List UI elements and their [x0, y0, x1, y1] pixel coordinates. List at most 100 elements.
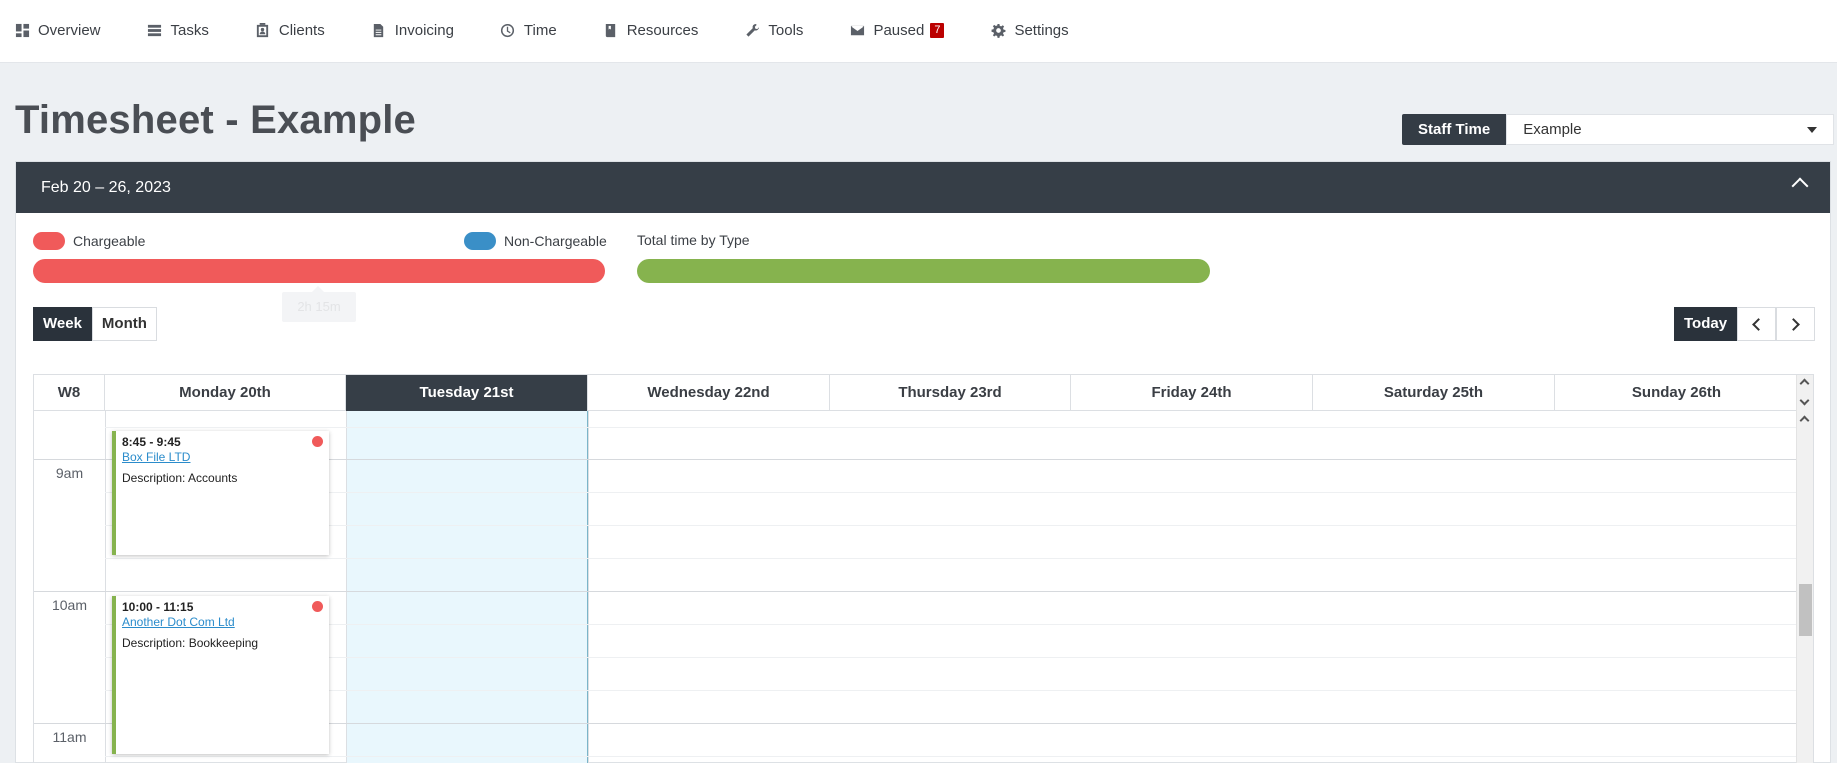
column-divider: [346, 411, 347, 763]
staff-time-selector: Staff Time Example: [1402, 114, 1835, 145]
invoice-icon: [371, 22, 387, 38]
scroll-up-icon[interactable]: [1799, 415, 1810, 426]
entry-time: 10:00 - 11:15: [122, 600, 194, 614]
legend-label: Total time by Type: [637, 232, 750, 248]
nav-label: Tools: [768, 21, 804, 39]
clients-icon: [255, 22, 271, 38]
date-range: Feb 20 – 26, 2023: [41, 179, 171, 196]
calendar-header: W8 Monday 20th Tuesday 21st Wednesday 22…: [34, 375, 1813, 411]
grid-line: [105, 657, 1813, 658]
clock-icon: [500, 22, 516, 38]
grid-line: [105, 624, 1813, 625]
entry-client-link[interactable]: Another Dot Com Ltd: [122, 615, 329, 629]
chargeable-swatch: [33, 232, 65, 250]
day-header-saturday[interactable]: Saturday 25th: [1313, 375, 1555, 411]
day-header-thursday[interactable]: Thursday 23rd: [830, 375, 1071, 411]
chevron-right-icon: [1787, 317, 1800, 331]
week-view-button[interactable]: Week: [33, 307, 92, 341]
day-header-monday[interactable]: Monday 20th: [105, 375, 346, 411]
nav-label: Invoicing: [394, 21, 454, 39]
nav-settings[interactable]: Settings: [990, 20, 1069, 40]
grid-line: [34, 591, 1813, 592]
nav-resources[interactable]: Resources: [603, 20, 699, 40]
view-toggle: Week Month: [33, 307, 157, 341]
chevron-up-icon[interactable]: [1791, 177, 1809, 195]
gear-icon: [990, 22, 1006, 38]
nav-label: Resources: [626, 21, 699, 39]
bar-tooltip: 2h 15m: [282, 286, 356, 322]
chargeable-bar[interactable]: [33, 259, 605, 283]
grid-line: [105, 690, 1813, 691]
month-view-button[interactable]: Month: [91, 307, 157, 341]
nav-paused[interactable]: Paused 7: [849, 20, 945, 40]
day-header-wednesday[interactable]: Wednesday 22nd: [588, 375, 830, 411]
envelope-icon: [849, 22, 865, 38]
book-icon: [603, 22, 619, 38]
tasks-icon: [147, 22, 163, 38]
chargeable-dot-icon: [312, 601, 323, 612]
entry-description: Description: Bookkeeping: [122, 636, 259, 650]
calendar-scrollbar[interactable]: [1796, 375, 1813, 763]
timesheet-panel: Feb 20 – 26, 2023 Chargeable Non-Chargea…: [15, 161, 1831, 763]
wrench-icon: [744, 22, 760, 38]
staff-time-label: Staff Time: [1402, 114, 1507, 145]
grid-line: [105, 558, 1813, 559]
legend-chargeable: Chargeable: [33, 232, 145, 250]
nav-overview[interactable]: Overview: [14, 20, 101, 40]
date-nav: Today: [1674, 307, 1816, 341]
scroll-down-icon[interactable]: [1799, 395, 1810, 406]
day-header-sunday[interactable]: Sunday 26th: [1555, 375, 1798, 411]
dashboard-icon: [14, 22, 30, 38]
next-week-button[interactable]: [1776, 307, 1816, 341]
paused-count-badge: 7: [930, 22, 945, 38]
nav-label: Settings: [1014, 21, 1069, 39]
legend-non-chargeable: Non-Chargeable: [464, 232, 607, 250]
nav-invoicing[interactable]: Invoicing: [371, 20, 454, 40]
nav-time[interactable]: Time: [500, 20, 557, 40]
nav-label: Tasks: [170, 21, 209, 39]
grid-line: [105, 427, 1813, 428]
entry-client-link[interactable]: Box File LTD: [122, 450, 329, 464]
grid-line: [105, 492, 1813, 493]
hour-label: 11am: [52, 729, 87, 745]
nav-label: Overview: [38, 21, 101, 39]
caret-down-icon: [1807, 127, 1818, 133]
calendar-grid[interactable]: 9am 10am 11am 8:45 - 9:45 Box File LTD D…: [34, 411, 1813, 763]
day-header-tuesday[interactable]: Tuesday 21st: [346, 375, 588, 411]
grid-line: [105, 525, 1813, 526]
legend-label: Non-Chargeable: [504, 233, 607, 249]
hour-label: 10am: [51, 597, 88, 613]
entry-description: Description: Accounts: [122, 471, 238, 485]
today-column: [346, 411, 588, 763]
nav-label: Paused: [873, 21, 925, 39]
nav-tasks[interactable]: Tasks: [147, 20, 209, 40]
nav-label: Time: [523, 21, 557, 39]
day-header-friday[interactable]: Friday 24th: [1071, 375, 1313, 411]
page-title: Timesheet - Example: [15, 98, 417, 142]
grid-line: [105, 756, 1813, 757]
entry-time: 8:45 - 9:45: [122, 435, 181, 449]
top-nav: Overview Tasks Clients Invoicing Time Re…: [0, 0, 1837, 63]
panel-header[interactable]: Feb 20 – 26, 2023: [16, 162, 1830, 213]
week-calendar: W8 Monday 20th Tuesday 21st Wednesday 22…: [33, 374, 1814, 763]
nav-label: Clients: [278, 21, 325, 39]
chargeable-dot-icon: [312, 436, 323, 447]
time-entry[interactable]: 8:45 - 9:45 Box File LTD Description: Ac…: [112, 431, 329, 555]
staff-select[interactable]: Example: [1506, 114, 1835, 145]
legend-label: Chargeable: [73, 233, 146, 249]
week-number: W8: [34, 375, 105, 411]
staff-selected-value: Example: [1523, 121, 1582, 138]
column-divider: [105, 411, 106, 763]
nav-tools[interactable]: Tools: [744, 20, 803, 40]
prev-week-button[interactable]: [1737, 307, 1777, 341]
column-divider: [588, 411, 589, 763]
scroll-up-icon[interactable]: [1799, 378, 1810, 389]
total-by-type-bar[interactable]: [637, 259, 1210, 283]
scrollbar-thumb[interactable]: [1799, 584, 1812, 636]
chevron-left-icon: [1752, 317, 1765, 331]
non-chargeable-swatch: [464, 232, 496, 250]
legend-total-by-type: Total time by Type: [637, 232, 750, 248]
time-entry[interactable]: 10:00 - 11:15 Another Dot Com Ltd Descri…: [112, 596, 329, 754]
today-button[interactable]: Today: [1674, 307, 1738, 341]
nav-clients[interactable]: Clients: [255, 20, 325, 40]
